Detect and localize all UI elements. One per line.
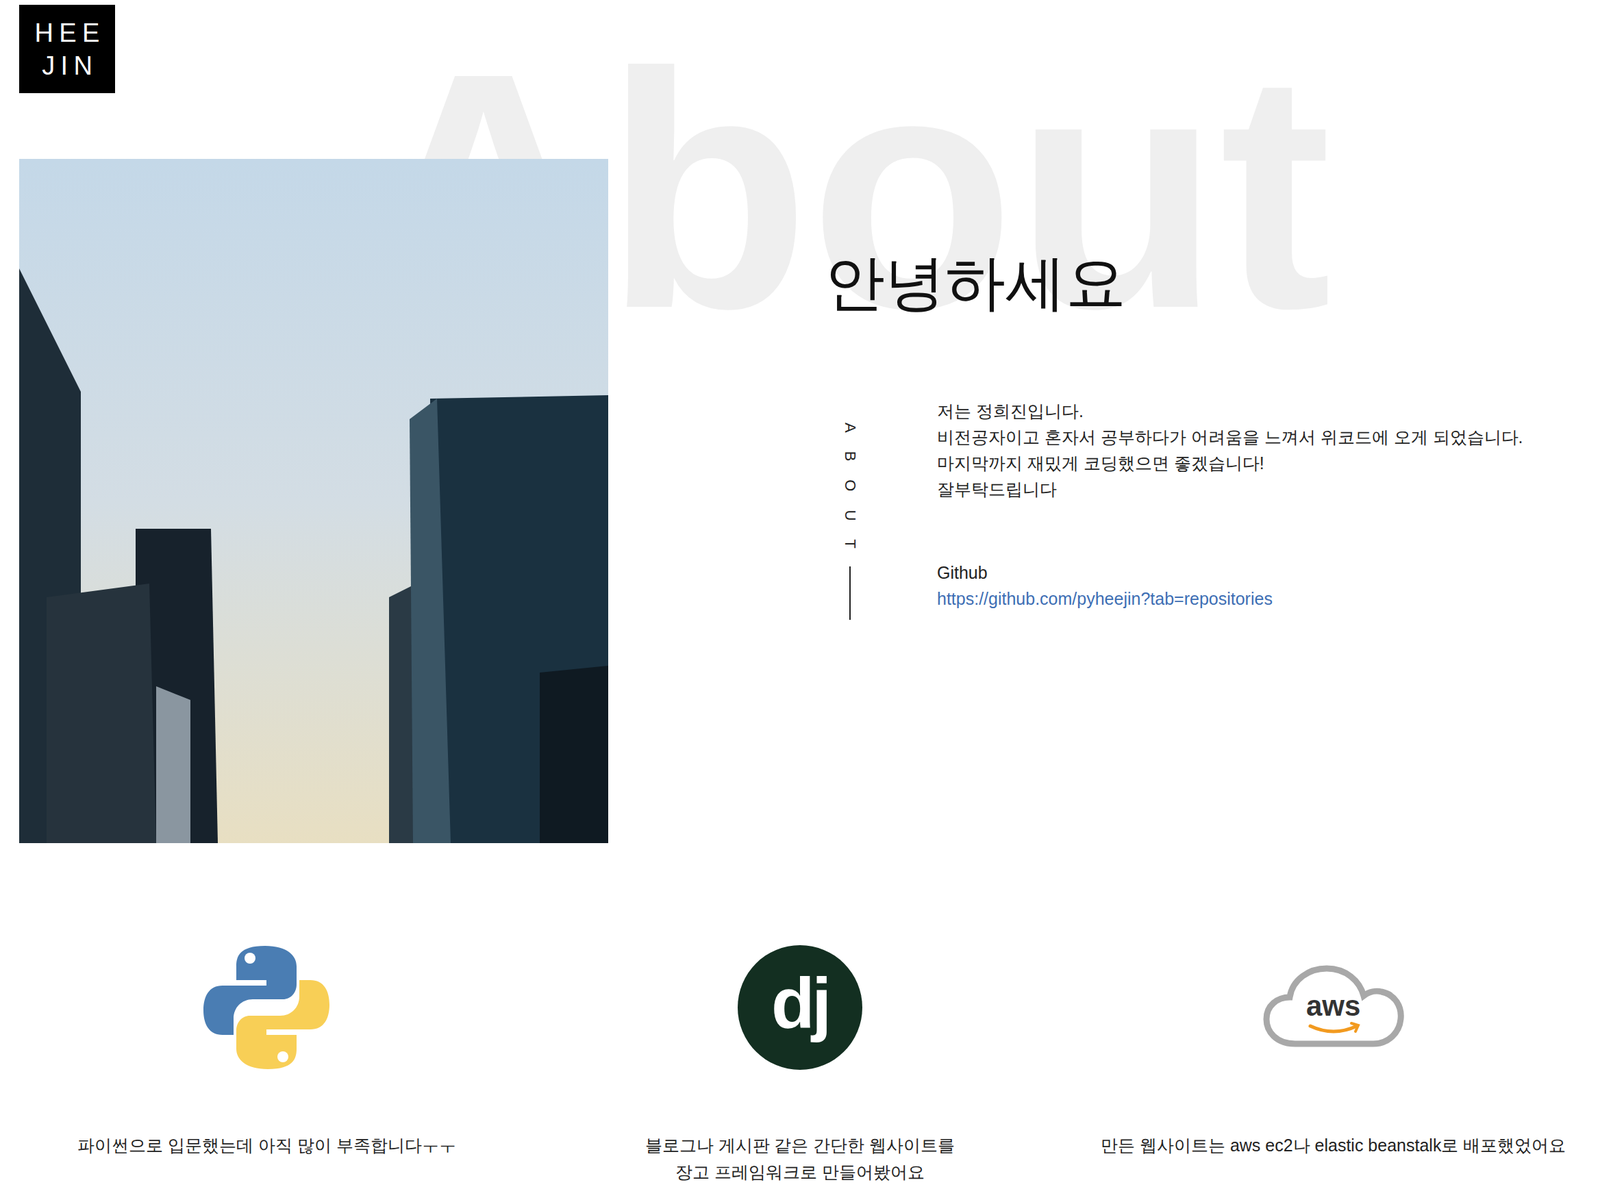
aws-icon: aws <box>1260 935 1407 1080</box>
intro-line: 잘부탁드립니다 <box>936 476 1524 503</box>
python-icon <box>197 935 335 1080</box>
caption-line: 장고 프레임워크로 만들어봤어요 <box>645 1158 956 1186</box>
buildings-icon <box>19 158 609 844</box>
logo[interactable]: HEE JIN <box>19 4 116 94</box>
intro-line: 비전공자이고 혼자서 공부하다가 어려움을 느껴서 위코드에 오게 되었습니다. <box>936 423 1524 450</box>
skill-caption: 파이썬으로 입문했는데 아직 많이 부족합니다ㅜㅜ <box>73 1132 461 1159</box>
caption-line: 파이썬으로 입문했는데 아직 많이 부족합니다ㅜㅜ <box>77 1132 457 1159</box>
skill-card: dj 블로그나 게시판 같은 간단한 웹사이트를장고 프레임워크로 만들어봤어요 <box>533 935 1068 1186</box>
github-label: Github <box>936 559 1524 586</box>
intro: 저는 정희진입니다. 비전공자이고 혼자서 공부하다가 어려움을 느껴서 위코드… <box>936 397 1537 621</box>
page: About HEE JIN 안녕하세요 ABOUT <box>0 0 1600 1189</box>
skill-caption: 블로그나 게시판 같은 간단한 웹사이트를장고 프레임워크로 만들어봤어요 <box>641 1132 960 1186</box>
logo-line: HEE <box>34 16 106 50</box>
side-label-text: ABOUT <box>839 422 862 568</box>
city-photo <box>19 158 609 844</box>
side-line <box>849 566 851 620</box>
caption-line: 만든 웹사이트는 aws ec2나 elastic beanstalk로 배포했… <box>1100 1132 1566 1159</box>
django-icon: dj <box>737 935 863 1080</box>
caption-line: 블로그나 게시판 같은 간단한 웹사이트를 <box>645 1132 956 1159</box>
logo-line: JIN <box>41 49 98 83</box>
about-column: 안녕하세요 ABOUT 저는 정희진입니다. 비전공자이고 혼자서 공부하다가 … <box>824 158 1537 844</box>
django-logo: dj <box>737 945 863 1070</box>
github-link[interactable]: https://github.com/pyheejin?tab=reposito… <box>936 589 1273 609</box>
side-label: ABOUT <box>841 422 859 621</box>
skill-card: 파이썬으로 입문했는데 아직 많이 부족합니다ㅜㅜ <box>0 935 534 1186</box>
skills: 파이썬으로 입문했는데 아직 많이 부족합니다ㅜㅜ dj 블로그나 게시판 같은 간… <box>0 935 1600 1186</box>
aws-logo-text: aws <box>1260 991 1407 1021</box>
skill-caption: 만든 웹사이트는 aws ec2나 elastic beanstalk로 배포했… <box>1096 1132 1570 1159</box>
skill-card: aws 만든 웹사이트는 aws ec2나 elastic beanstalk로 … <box>1066 935 1600 1186</box>
heading: 안녕하세요 <box>824 158 1537 320</box>
intro-line: 저는 정희진입니다. <box>936 397 1524 424</box>
intro-line: 마지막까지 재밌게 코딩했으면 좋겠습니다! <box>936 450 1524 477</box>
